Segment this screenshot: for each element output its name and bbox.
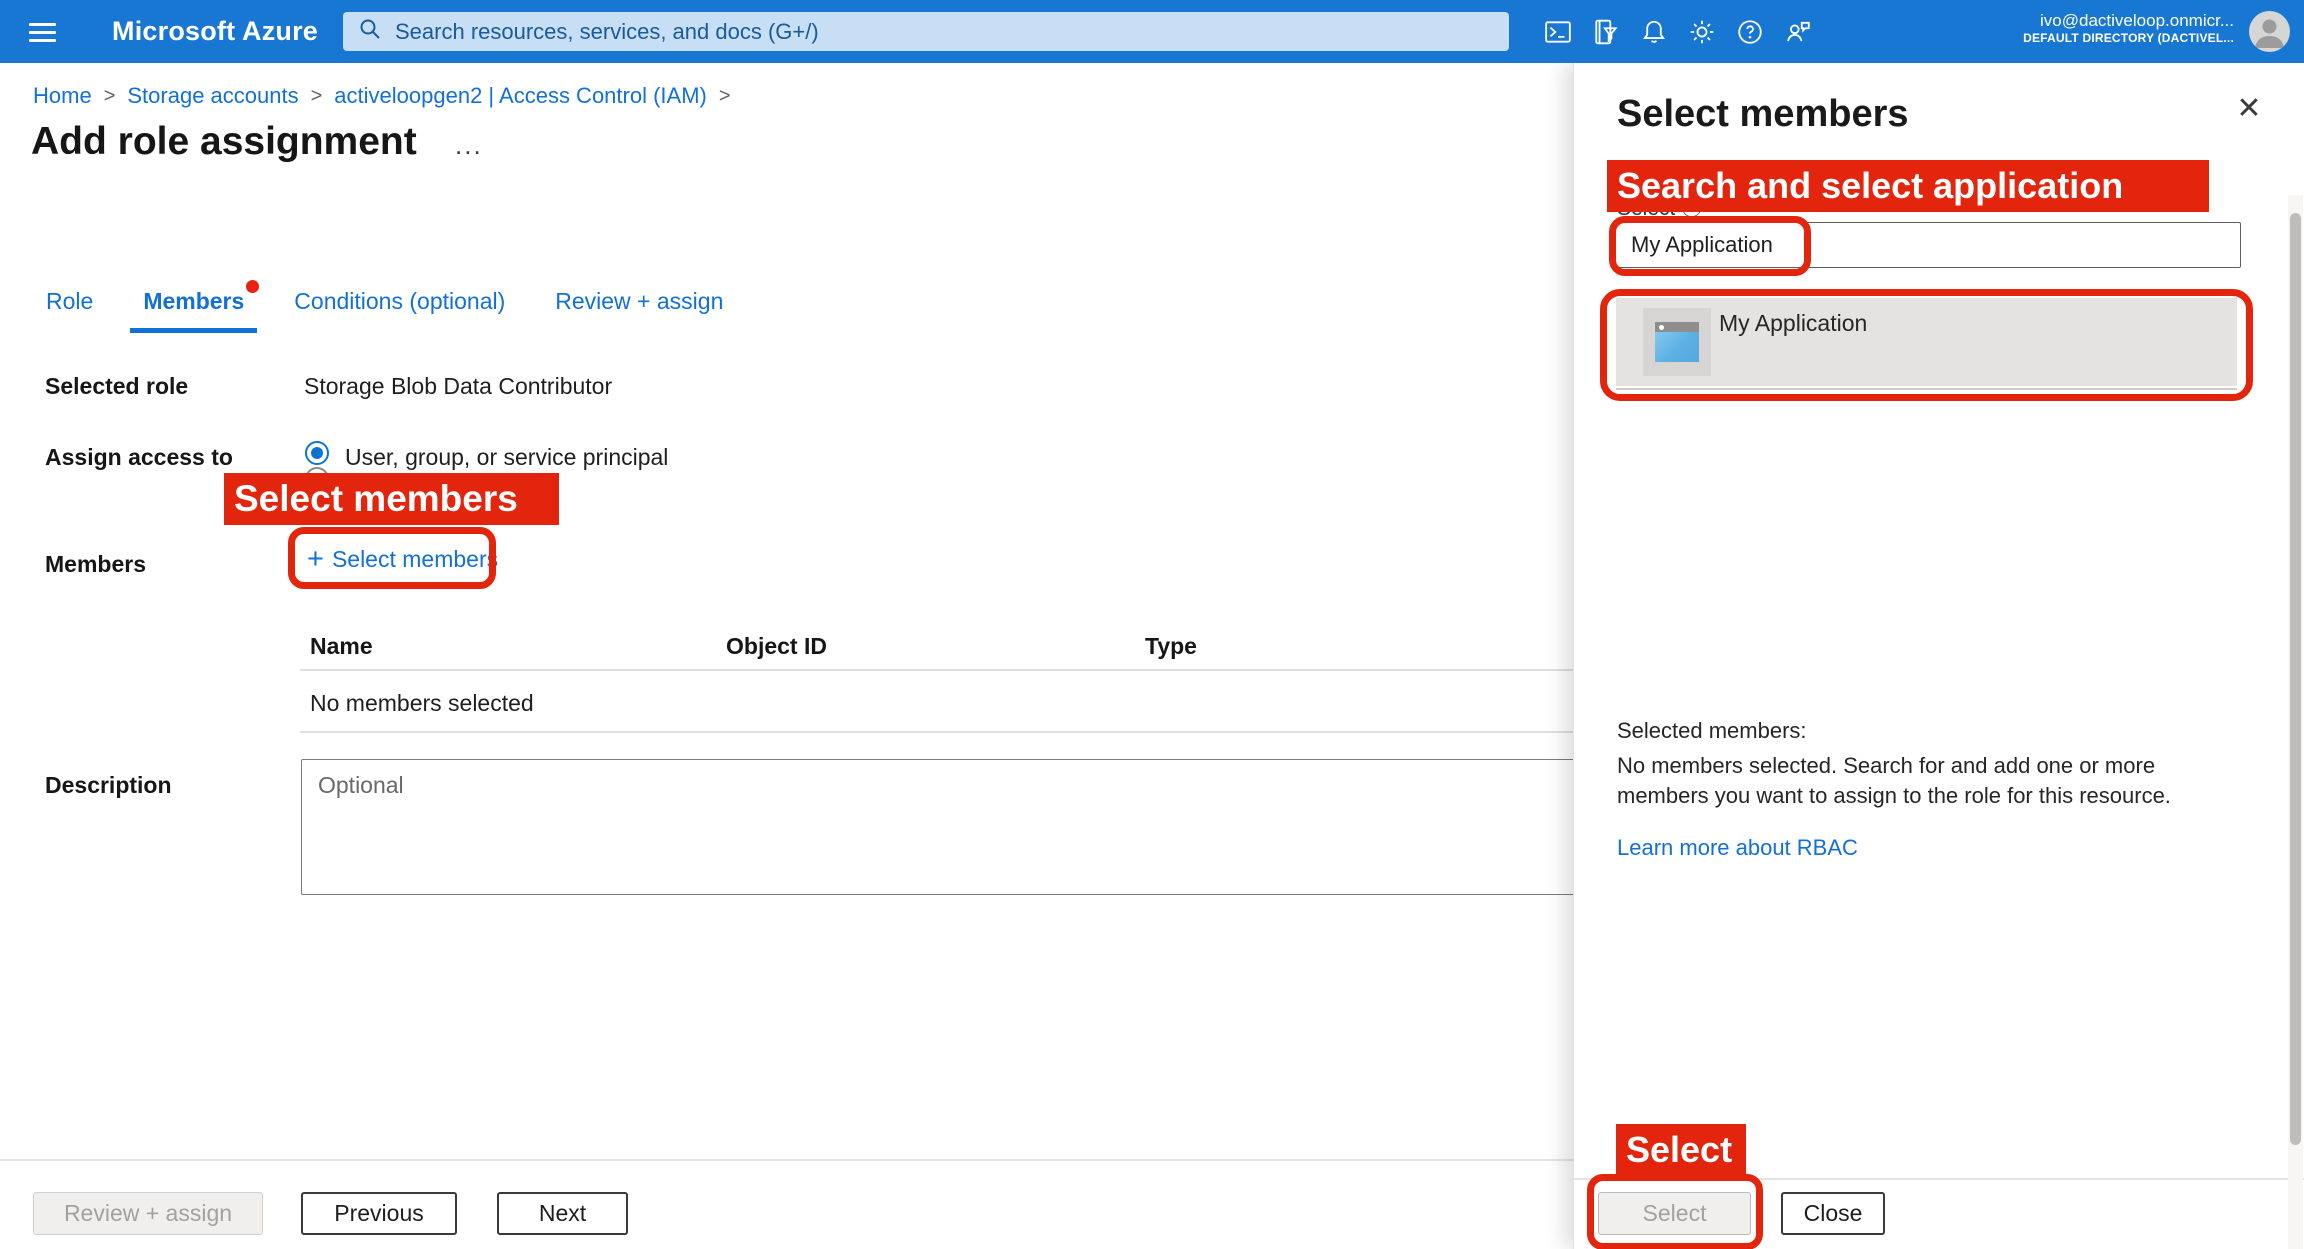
panel-footer-divider	[1574, 1178, 2304, 1180]
next-button[interactable]: Next	[497, 1192, 628, 1235]
result-row-divider	[1616, 388, 2237, 390]
description-textarea[interactable]	[301, 759, 1583, 895]
breadcrumb-access-control[interactable]: activeloopgen2 | Access Control (IAM)	[334, 83, 707, 109]
column-header-name: Name	[310, 633, 373, 660]
close-icon[interactable]: ✕	[2226, 85, 2272, 131]
tab-members[interactable]: Members	[130, 278, 257, 333]
learn-more-rbac-link[interactable]: Learn more about RBAC	[1617, 835, 1858, 861]
azure-portal-page: Microsoft Azure	[0, 0, 2304, 1249]
account-info[interactable]: ivo@dactiveloop.onmicr... DEFAULT DIRECT…	[2023, 10, 2234, 46]
breadcrumb-chevron-icon: >	[311, 85, 323, 108]
result-application-name: My Application	[1719, 310, 1867, 337]
select-members-panel: Select members ✕ Select ⓘ Search and sel…	[1573, 63, 2304, 1249]
table-header-divider	[300, 669, 1583, 671]
panel-scrollbar-track[interactable]	[2288, 195, 2303, 1249]
top-bar-icons	[1540, 0, 1816, 63]
annotation-select-label: Select	[1616, 1124, 1746, 1176]
table-row-divider	[300, 731, 1583, 733]
hamburger-menu-icon[interactable]	[18, 8, 66, 56]
panel-scrollbar-thumb[interactable]	[2290, 213, 2301, 1145]
account-email: ivo@dactiveloop.onmicr...	[2023, 10, 2234, 31]
member-search-input[interactable]	[1613, 222, 2241, 268]
panel-title: Select members	[1617, 93, 1909, 136]
previous-button[interactable]: Previous	[301, 1192, 457, 1235]
column-header-object-id: Object ID	[726, 633, 827, 660]
notifications-icon[interactable]	[1636, 9, 1672, 55]
tab-review-assign[interactable]: Review + assign	[542, 278, 736, 333]
selected-role-label: Selected role	[45, 373, 188, 400]
account-directory: DEFAULT DIRECTORY (DACTIVEL...	[2023, 31, 2234, 46]
assign-access-radio-selected[interactable]	[305, 441, 329, 465]
global-search[interactable]	[343, 12, 1509, 51]
settings-icon[interactable]	[1684, 9, 1720, 55]
panel-select-button[interactable]: Select	[1598, 1192, 1751, 1235]
select-members-button[interactable]: + Select members	[307, 545, 498, 574]
description-label: Description	[45, 772, 172, 799]
search-result-my-application[interactable]: My Application	[1616, 298, 2237, 386]
page-title: Add role assignment	[31, 120, 417, 164]
breadcrumb: Home > Storage accounts > activeloopgen2…	[33, 83, 731, 109]
select-members-link-label: Select members	[332, 546, 498, 573]
annotation-select-members-label: Select members	[224, 473, 559, 525]
title-more-button[interactable]: ...	[455, 130, 483, 161]
assign-access-radio-hidden[interactable]	[305, 467, 329, 491]
brand-title[interactable]: Microsoft Azure	[112, 16, 318, 47]
breadcrumb-chevron-icon: >	[719, 85, 731, 108]
selected-members-label: Selected members:	[1617, 718, 1807, 744]
tab-role[interactable]: Role	[33, 278, 106, 333]
feedback-icon[interactable]	[1780, 9, 1816, 55]
select-field-label: Select ⓘ	[1617, 192, 1702, 222]
footer-divider	[0, 1159, 1579, 1161]
application-icon	[1643, 308, 1711, 376]
review-assign-button[interactable]: Review + assign	[33, 1192, 263, 1235]
plus-icon: +	[307, 545, 324, 574]
column-header-type: Type	[1145, 633, 1197, 660]
tab-members-label: Members	[143, 288, 244, 314]
selected-members-empty-hint: No members selected. Search for and add …	[1617, 751, 2217, 811]
selected-role-value: Storage Blob Data Contributor	[304, 373, 612, 400]
tab-bar: Role Members Conditions (optional) Revie…	[33, 278, 760, 333]
assign-access-option[interactable]: User, group, or service principal	[345, 444, 668, 471]
breadcrumb-chevron-icon: >	[104, 85, 116, 108]
panel-close-button[interactable]: Close	[1781, 1192, 1885, 1235]
breadcrumb-storage-accounts[interactable]: Storage accounts	[127, 83, 298, 109]
tab-conditions[interactable]: Conditions (optional)	[281, 278, 518, 333]
cloud-shell-icon[interactable]	[1540, 9, 1576, 55]
top-bar: Microsoft Azure	[0, 0, 2304, 63]
table-empty-text: No members selected	[310, 690, 534, 717]
search-icon	[357, 16, 383, 47]
breadcrumb-home[interactable]: Home	[33, 83, 92, 109]
members-label: Members	[45, 551, 146, 578]
help-icon[interactable]	[1732, 9, 1768, 55]
account-avatar[interactable]	[2249, 11, 2290, 52]
tab-members-badge-dot	[246, 280, 259, 293]
assign-access-label: Assign access to	[45, 444, 233, 471]
search-input[interactable]	[395, 19, 1475, 45]
directory-filter-icon[interactable]	[1588, 9, 1624, 55]
